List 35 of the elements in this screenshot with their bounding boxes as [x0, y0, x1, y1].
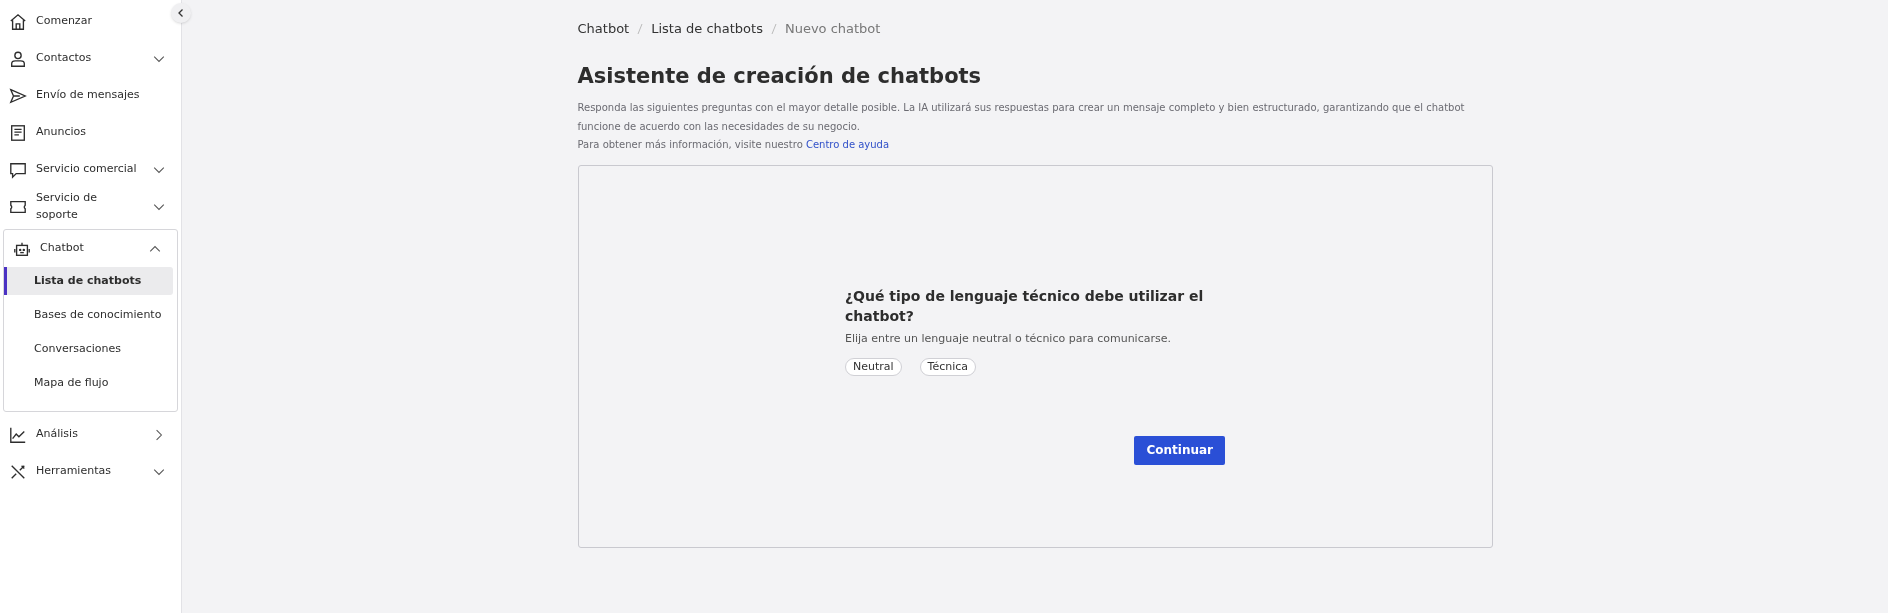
person-icon — [9, 49, 27, 68]
speech-bubble-icon — [9, 160, 27, 179]
breadcrumb-link[interactable]: Chatbot — [577, 19, 630, 39]
submenu-item[interactable]: Mapa de flujo — [8, 369, 173, 397]
submenu-item[interactable]: Bases de conocimiento — [8, 301, 173, 329]
sidebar-item[interactable]: Herramientas — [0, 453, 169, 490]
collapse-sidebar-button[interactable] — [171, 3, 191, 23]
slash-separator-icon — [770, 22, 777, 35]
sidebar-item[interactable]: Servicio de soporte — [0, 188, 169, 225]
question-hint: Elija entre un lenguaje neutral o técnico para comunicarse. — [845, 331, 1172, 347]
sidebar-item[interactable]: Comenzar — [0, 3, 169, 40]
document-icon — [9, 123, 27, 142]
sidebar-item[interactable]: Contactos — [0, 40, 169, 77]
help-center-link[interactable]: Centro de ayuda — [805, 139, 890, 150]
sidebar-item[interactable]: Chatbot — [4, 230, 165, 267]
help-text: Para obtener más información, visite nuestro — [577, 139, 803, 150]
send-icon — [9, 86, 27, 105]
sidebar-item[interactable]: Envío de mensajes — [0, 77, 169, 114]
continue-button[interactable]: Continuar — [1134, 435, 1225, 465]
breadcrumb-current[interactable]: Nuevo chatbot — [784, 19, 881, 39]
question-title: ¿Qué tipo de lenguaje técnico debe utilizar el chatbot? — [845, 287, 1205, 326]
option-chip[interactable]: Neutral — [845, 357, 902, 376]
chevron-left-icon — [176, 8, 186, 18]
submenu-item[interactable]: Lista de chatbots — [4, 267, 173, 295]
sidebar-item[interactable]: Anuncios — [0, 114, 169, 151]
description-text: Responda las siguientes preguntas con el mayor detalle posible. La IA utilizará sus respuestas para crear un mensaje completo y bien estructurado, garantizando que el chatbot funcione de acuerdo con las necesidades de su negocio. — [577, 101, 1466, 134]
submenu-item[interactable]: Conversaciones — [8, 335, 173, 363]
breadcrumb-link[interactable]: Lista de chatbots — [651, 19, 763, 39]
home-icon — [9, 12, 27, 31]
page-title: Asistente de creación de chatbots — [577, 62, 983, 90]
option-chip[interactable]: Técnica — [919, 357, 977, 376]
chart-line-icon — [9, 425, 27, 444]
sidebar-item[interactable]: Análisis — [0, 416, 169, 453]
sidebar-item[interactable]: Servicio comercial — [0, 151, 169, 188]
slash-separator-icon — [637, 22, 644, 35]
